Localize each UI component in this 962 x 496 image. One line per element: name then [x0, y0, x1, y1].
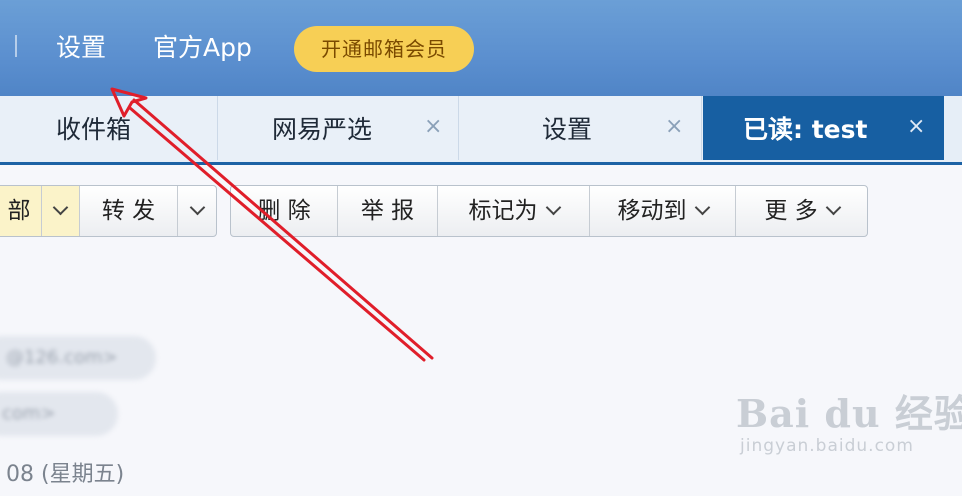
watermark-url: jingyan.baidu.com [740, 436, 914, 456]
recipient-address: com> [2, 403, 56, 424]
top-bar: 设置 官方App 开通邮箱会员 [0, 0, 962, 98]
mail-date: 08 (星期五) [6, 462, 125, 487]
tab-label: 已读: test [743, 115, 868, 144]
button-label: 部 [7, 198, 31, 224]
reply-dropdown-button[interactable] [41, 186, 79, 236]
close-icon[interactable]: × [907, 114, 925, 139]
tab-label: 收件箱 [56, 115, 132, 144]
action-group: 删 除 举 报 标记为 移动到 更 多 [230, 185, 868, 237]
close-icon[interactable]: × [424, 114, 442, 139]
forward-button[interactable]: 转 发 [79, 186, 177, 236]
reply-all-button[interactable]: 部 [0, 186, 41, 236]
chevron-down-icon [694, 199, 710, 216]
reply-forward-group: 部 转 发 [0, 185, 217, 237]
divider [15, 35, 17, 57]
tab-settings[interactable]: 设置 × [459, 96, 702, 160]
button-label: 转 发 [101, 198, 156, 224]
tab-read-test[interactable]: 已读: test × [703, 96, 944, 160]
button-label: 标记为 [468, 198, 538, 224]
tab-label: 设置 [542, 115, 593, 144]
button-label: 删 除 [257, 198, 311, 224]
baidu-jingyan-watermark: Bai du 经验 jingyan.baidu.com [736, 391, 962, 457]
move-to-button[interactable]: 移动到 [589, 186, 735, 236]
chevron-down-icon [545, 199, 561, 216]
chevron-down-icon [189, 199, 205, 216]
button-label: 举 报 [360, 198, 415, 224]
report-button[interactable]: 举 报 [337, 186, 437, 236]
tab-label: 网易严选 [272, 115, 373, 144]
sender-pill[interactable]: @126.com> [0, 336, 156, 380]
settings-link[interactable]: 设置 [56, 30, 106, 66]
official-app-link[interactable]: 官方App [153, 30, 252, 66]
sender-address: @126.com> [6, 347, 118, 368]
chevron-down-icon [825, 199, 841, 216]
tab-yanxuan[interactable]: 网易严选 × [218, 96, 459, 160]
vip-membership-button[interactable]: 开通邮箱会员 [294, 26, 474, 72]
watermark-brand: Bai du 经验 [736, 391, 962, 436]
button-label: 移动到 [617, 198, 687, 224]
forward-dropdown-button[interactable] [177, 186, 216, 236]
chevron-down-icon [52, 199, 69, 216]
tab-inbox[interactable]: 收件箱 [0, 96, 218, 160]
close-icon[interactable]: × [665, 114, 683, 139]
button-label: 更 多 [764, 198, 818, 224]
more-button[interactable]: 更 多 [735, 186, 867, 236]
recipient-pill[interactable]: com> [0, 392, 118, 436]
tab-bar: 收件箱 网易严选 × 设置 × 已读: test × [0, 96, 962, 165]
mark-as-button[interactable]: 标记为 [437, 186, 589, 236]
delete-button[interactable]: 删 除 [231, 186, 337, 236]
